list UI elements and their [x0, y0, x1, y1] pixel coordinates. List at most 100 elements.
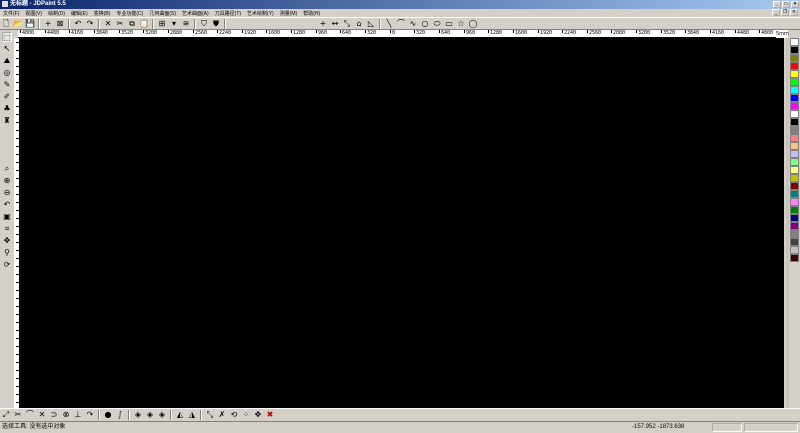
undo-icon[interactable]: ↶	[73, 19, 83, 29]
cut-circle-icon[interactable]: ⊗	[61, 410, 71, 420]
menu-geometry-surface[interactable]: 几何曲面(S)	[146, 10, 179, 17]
align-right-icon[interactable]: ◈	[157, 410, 167, 420]
dropdown-icon[interactable]: ▾	[169, 19, 179, 29]
maximize-button[interactable]: □	[782, 1, 790, 8]
shield-dark-icon[interactable]: ⛊	[211, 19, 221, 29]
color-swatch[interactable]	[790, 142, 799, 150]
menu-art-surface[interactable]: 艺术曲面(A)	[179, 10, 212, 17]
color-swatch[interactable]	[790, 150, 799, 158]
color-swatch[interactable]	[790, 206, 799, 214]
magnifier-icon[interactable]: ⚲	[2, 248, 12, 258]
color-swatch[interactable]	[790, 70, 799, 78]
move-icon[interactable]: ✥	[253, 410, 263, 420]
doc-close-button[interactable]: ×	[790, 9, 798, 16]
menu-help[interactable]: 帮助(H)	[300, 10, 323, 17]
color-swatch[interactable]	[790, 182, 799, 190]
zoom-all-icon[interactable]: ▣	[2, 212, 12, 222]
node-icon[interactable]: ●	[103, 410, 113, 420]
color-swatch[interactable]	[790, 214, 799, 222]
delete-icon[interactable]: ✕	[103, 19, 113, 29]
color-swatch[interactable]	[790, 166, 799, 174]
circle-icon[interactable]: ○	[420, 19, 430, 29]
delete-node-icon[interactable]: ✗	[217, 410, 227, 420]
fill-tool-icon[interactable]: ♣	[2, 104, 12, 114]
color-swatch[interactable]	[790, 126, 799, 134]
color-swatch[interactable]	[790, 230, 799, 238]
rectangle-icon[interactable]: ▭	[444, 19, 454, 29]
zoom-out-icon[interactable]: ⊖	[2, 188, 12, 198]
color-swatch[interactable]	[790, 118, 799, 126]
rect-tool-icon[interactable]: ◺	[366, 19, 376, 29]
fillet-icon[interactable]: ⌒	[25, 410, 35, 420]
brush-tool-icon[interactable]: ✐	[2, 92, 12, 102]
rotate-icon[interactable]: ⟲	[229, 410, 239, 420]
surface-tool-icon[interactable]: ⛰	[2, 56, 12, 66]
select-tool-icon[interactable]: ⬚	[2, 32, 12, 42]
menu-view[interactable]: 视图(V)	[22, 10, 45, 17]
color-swatch[interactable]	[790, 198, 799, 206]
smudge-tool-icon[interactable]: ♜	[2, 116, 12, 126]
star-icon[interactable]: ☆	[456, 19, 466, 29]
menu-professional[interactable]: 专业功能(C)	[113, 10, 146, 17]
menu-draw[interactable]: 绘制(D)	[45, 10, 68, 17]
color-swatch[interactable]	[790, 190, 799, 198]
ellipse-icon[interactable]: ⬭	[432, 19, 442, 29]
skew-icon[interactable]: ◮	[187, 410, 197, 420]
save-icon[interactable]: 💾	[25, 19, 35, 29]
minimize-button[interactable]: _	[773, 1, 781, 8]
snap-icon[interactable]: +	[43, 19, 53, 29]
point-icon[interactable]: +	[318, 19, 328, 29]
open-icon[interactable]: 📂	[13, 19, 23, 29]
spline-icon[interactable]: ∿	[408, 19, 418, 29]
drawing-canvas[interactable]	[20, 38, 784, 408]
color-swatch[interactable]	[790, 38, 799, 46]
doc-restore-button[interactable]: ❐	[781, 9, 789, 16]
trim-icon[interactable]: ✂	[13, 410, 23, 420]
pencil-tool-icon[interactable]: ✎	[2, 80, 12, 90]
scale-icon[interactable]: ⤡	[205, 410, 215, 420]
menu-toolpath[interactable]: 刀具路径(T)	[212, 10, 244, 17]
node-edit-tool-icon[interactable]: ↖	[2, 44, 12, 54]
color-swatch[interactable]	[790, 62, 799, 70]
mirror-icon[interactable]: ◭	[175, 410, 185, 420]
curve-edit-icon[interactable]: ∫	[115, 410, 125, 420]
menu-art-draw[interactable]: 艺术绘制(Y)	[244, 10, 277, 17]
menu-measure[interactable]: 测量(M)	[277, 10, 301, 17]
color-swatch[interactable]	[790, 254, 799, 262]
dimension-icon[interactable]: ↔	[330, 19, 340, 29]
color-swatch[interactable]	[790, 78, 799, 86]
cut-icon[interactable]: ✂	[115, 19, 125, 29]
array-icon[interactable]: ⁘	[241, 410, 251, 420]
color-swatch[interactable]	[790, 238, 799, 246]
color-swatch[interactable]	[790, 246, 799, 254]
zoom-prev-icon[interactable]: ↶	[2, 200, 12, 210]
color-swatch[interactable]	[790, 134, 799, 142]
grid-icon[interactable]: ⊞	[157, 19, 167, 29]
align-left-icon[interactable]: ◈	[133, 410, 143, 420]
color-swatch[interactable]	[790, 54, 799, 62]
join-icon[interactable]: ↷	[85, 410, 95, 420]
perpendicular-icon[interactable]: ⊥	[73, 410, 83, 420]
pan-icon[interactable]: ✥	[2, 236, 12, 246]
menu-file[interactable]: 文件(F)	[0, 10, 22, 17]
color-swatch[interactable]	[790, 94, 799, 102]
color-swatch[interactable]	[790, 222, 799, 230]
menu-edit[interactable]: 编辑(E)	[68, 10, 91, 17]
select-window-icon[interactable]: ⊠	[55, 19, 65, 29]
extend-icon[interactable]: ⤢	[1, 410, 11, 420]
color-swatch[interactable]	[790, 174, 799, 182]
rotate-view-icon[interactable]: ⟳	[2, 260, 12, 270]
line-icon[interactable]: ╲	[384, 19, 394, 29]
color-swatch[interactable]	[790, 158, 799, 166]
intersect-icon[interactable]: ✕	[37, 410, 47, 420]
color-swatch[interactable]	[790, 46, 799, 54]
node-edit-icon[interactable]: ⤡	[342, 19, 352, 29]
color-swatch[interactable]	[790, 102, 799, 110]
zoom-select-icon[interactable]: ⌗	[2, 224, 12, 234]
color-swatch[interactable]	[790, 110, 799, 118]
polygon-icon[interactable]: ◯	[468, 19, 478, 29]
align-center-icon[interactable]: ◈	[145, 410, 155, 420]
color-swatch[interactable]	[790, 86, 799, 94]
break-icon[interactable]: ⊃	[49, 410, 59, 420]
zoom-window-icon[interactable]: ⌕	[2, 164, 12, 174]
